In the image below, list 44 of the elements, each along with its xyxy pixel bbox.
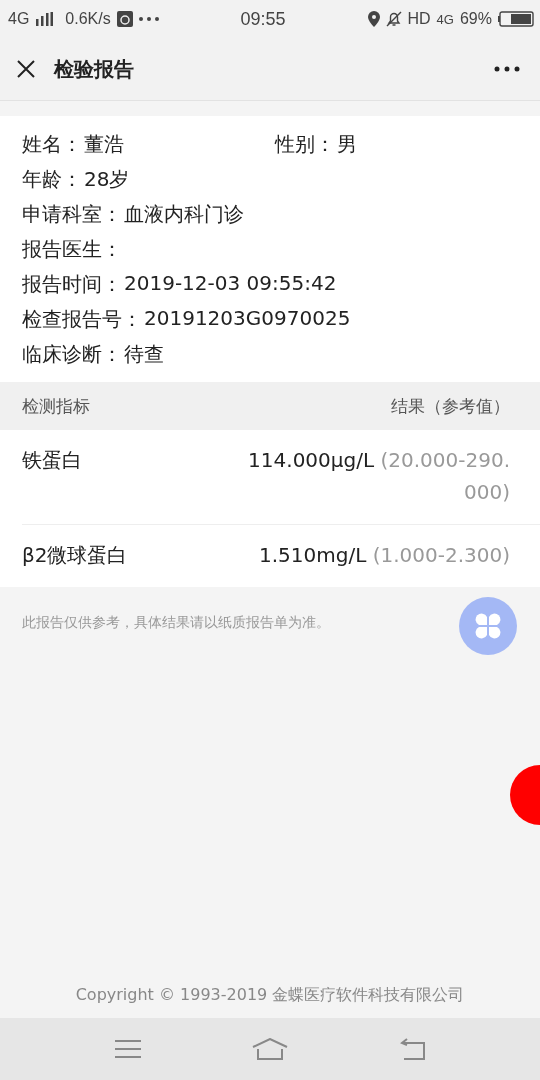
column-header: 结果（参考值） — [391, 394, 510, 418]
hd-label: HD — [407, 10, 431, 28]
field-value: 20191203G0970025 — [144, 305, 351, 332]
field-value: 血液内科门诊 — [124, 200, 244, 228]
field-value: 2019-12-03 09:55:42 — [124, 270, 337, 297]
field-label: 姓名： — [22, 130, 82, 158]
page-title: 检验报告 — [54, 55, 134, 83]
petals-icon — [473, 611, 503, 641]
field-value: 待查 — [124, 340, 164, 368]
back-icon[interactable] — [398, 1038, 425, 1060]
reference-range: (20.000-290.000) — [380, 448, 510, 504]
field-value: 28岁 — [84, 165, 130, 193]
muted-bell-icon — [385, 11, 402, 27]
battery-level: 69% — [459, 10, 492, 28]
more-icon — [494, 66, 520, 72]
column-header: 检测指标 — [22, 394, 90, 418]
more-icon — [138, 17, 159, 21]
field-label: 报告医生： — [22, 235, 122, 263]
app-icon — [116, 11, 133, 27]
home-icon[interactable] — [252, 1038, 288, 1060]
field-value: 董浩 — [84, 130, 124, 158]
field-label: 性别： — [275, 130, 335, 158]
network-type: 4G — [8, 10, 30, 28]
network-type: 4G — [436, 11, 454, 27]
test-name: β2微球蛋白 — [22, 542, 128, 569]
result-value: 114.000μg/L — [248, 448, 375, 472]
field-label: 年龄： — [22, 165, 82, 193]
field-label: 检查报告号： — [22, 305, 142, 333]
signal-icon — [35, 12, 54, 26]
result-value: 1.510mg/L — [258, 543, 367, 567]
battery-icon — [498, 11, 534, 27]
field-value: 男 — [337, 130, 357, 158]
field-label: 临床诊断： — [22, 340, 122, 368]
close-icon — [16, 59, 36, 79]
network-speed: 0.6K/s — [65, 10, 111, 28]
test-name: 铁蛋白 — [22, 447, 82, 474]
location-icon — [367, 11, 380, 27]
copyright-text: Copyright © 1993-2019 金蝶医疗软件科技有限公司 — [75, 985, 465, 1004]
reference-range: (1.000-2.300) — [372, 543, 510, 567]
field-label: 报告时间： — [22, 270, 122, 298]
disclaimer-text: 此报告仅供参考，具体结果请以纸质报告单为准。 — [22, 614, 330, 632]
menu-icon[interactable] — [115, 1039, 142, 1059]
clock: 09:55 — [240, 8, 286, 30]
field-label: 申请科室： — [22, 200, 122, 228]
